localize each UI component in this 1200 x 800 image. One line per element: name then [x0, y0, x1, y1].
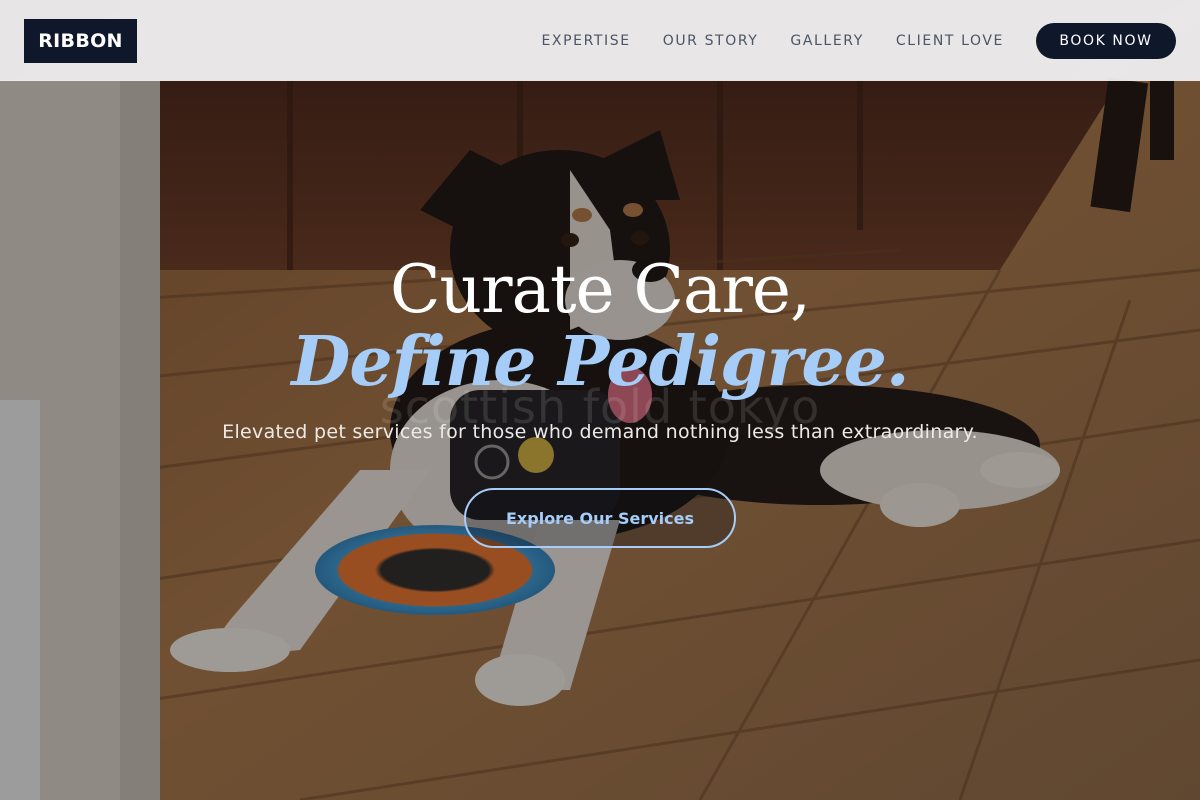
ribbon-logo[interactable]: RIBBON	[24, 18, 137, 63]
book-now-button[interactable]: BOOK NOW	[1036, 22, 1176, 59]
nav-link-gallery[interactable]: GALLERY	[790, 33, 863, 49]
nav-link-client-love[interactable]: CLIENT LOVE	[896, 33, 1004, 49]
hero-headline-line2: Define Pedigree.	[291, 322, 909, 402]
nav-link-our-story[interactable]: OUR STORY	[663, 33, 759, 49]
site-header: RIBBON EXPERTISE OUR STORY GALLERY CLIEN…	[0, 0, 1200, 81]
main-nav: EXPERTISE OUR STORY GALLERY CLIENT LOVE …	[541, 22, 1176, 59]
explore-services-button[interactable]: Explore Our Services	[464, 488, 736, 548]
hero-headline-line1: Curate Care,	[390, 251, 811, 328]
hero-subtitle: Elevated pet services for those who dema…	[222, 421, 978, 443]
nav-link-expertise[interactable]: EXPERTISE	[541, 33, 630, 49]
hero-content: scottish fold tokyo Curate Care, Define …	[0, 0, 1200, 800]
